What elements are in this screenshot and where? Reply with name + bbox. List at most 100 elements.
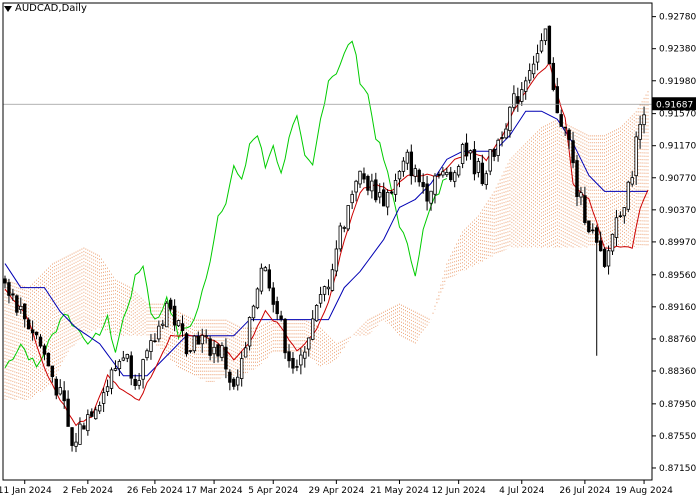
candle-body-bull [484,173,488,186]
y-tick-label: 0.87950 [659,400,696,410]
candle-body-bull [239,358,244,379]
candle-body-bull [105,386,110,392]
candle-body-bull [401,160,406,172]
candle [192,334,197,354]
chart-background [0,0,700,500]
candle-body-bull [165,302,169,328]
x-tick-label: 17 Mar 2024 [186,486,243,496]
candle-body-bull [445,172,449,176]
dropdown-triangle-icon[interactable] [4,5,12,12]
candle-body-bear [7,282,11,296]
candle [46,352,51,367]
candle-body-bear [90,411,94,417]
candle-body-bull [504,128,508,139]
candle-body-bull [405,151,410,164]
candle-body-bull [141,359,145,380]
x-tick-label: 5 Apr 2024 [248,486,298,496]
chart-symbol-header[interactable]: AUDCAD,Daily [4,3,87,14]
candle-body-bear [571,140,575,164]
candle-body-bear [602,248,607,267]
candle-body-bull [527,70,532,81]
candle-body-bull [330,269,335,291]
candle-body-bear [595,227,599,243]
candle-body-bear [184,333,189,355]
candle-body-bear [480,162,485,185]
candle-body-bull [622,207,627,217]
candle-body-bull [113,368,118,371]
candle-body-bull [456,166,461,176]
candle-body-bull [109,369,114,389]
candle-body-bull [606,250,611,267]
candle-body-bull [370,180,374,192]
candle-body-bull [310,318,315,340]
candle-body-bull [149,340,153,352]
candle-body-bull [468,150,473,154]
candle-body-bull [176,320,181,327]
chart-container: 0.92780 0.92380 0.91980 0.91570 0.91170 0.907… [0,0,700,500]
candle-body-bull [74,441,78,447]
candle-body-bear [267,269,271,289]
candle-body-bull [200,335,204,345]
candle [168,297,173,312]
candle-body-bull [385,191,390,208]
x-tick-label: 4 Jul 2024 [499,486,544,496]
candle-body-bull [512,93,516,108]
candle [184,331,189,357]
candle [346,205,350,232]
candle-body-bull [326,286,331,290]
candle-body-bull [563,126,567,129]
y-tick-label: 0.88360 [659,367,696,377]
candle-body-bear [196,335,200,345]
candle-body-bull [101,392,106,404]
candle-body-bull [322,286,327,295]
candle-body-bull [255,288,260,309]
candle-body-bear [287,351,291,362]
candle-body-bull [19,305,23,310]
y-tick-label: 0.87550 [659,432,696,442]
candle-body-bull [342,227,346,229]
candle-body-bear [575,160,579,197]
y-tick-label: 0.92780 [659,13,696,23]
candle-body-bull [642,114,646,126]
y-tick-label: 0.89970 [659,238,696,248]
candle [626,180,630,213]
candle [176,319,181,328]
y-tick-label: 0.91980 [659,77,696,87]
candle [314,304,319,322]
candle-body-bear [168,299,173,310]
candle-body-bear [228,371,232,383]
candle-body-bear [271,287,275,305]
candle-body-bull [157,325,161,340]
candle-body-bull [496,139,500,156]
candle-body-bull [433,175,437,195]
candle-body-bull [354,180,358,193]
candle-body-bull [318,294,323,304]
candle-body-bear [437,173,441,177]
candle-body-bull [634,136,638,177]
candle-body-bear [417,169,421,183]
y-tick-label: 0.91170 [659,142,696,152]
candle-body-bull [94,409,98,420]
candle-body-bull [614,217,619,238]
candle-body-bull [125,353,129,359]
candle-body-bear [283,318,287,354]
y-tick-label: 0.90770 [659,174,696,184]
price-axis: 0.92780 0.92380 0.91980 0.91570 0.91170 0.907… [652,13,696,474]
candle-body-bull [350,193,354,204]
candle-body-bear [295,366,299,368]
candle-body-bear [133,378,137,386]
current-price-tag-text: 0.91687 [656,100,693,110]
candle-body-bear [291,357,295,369]
candle-body-bull [346,205,350,230]
candle-body-bull [236,376,240,386]
candle-body-bear [129,355,133,379]
candle-body-bull [263,267,268,272]
candle-body-bull [488,149,492,172]
candle-body-bear [180,323,185,331]
candle-body-bear [559,114,563,127]
candle-body-bull [441,171,445,176]
candle-body-bull [161,323,165,326]
candle-body-bull [453,172,457,182]
candle-body-bull [543,28,548,42]
candle-body-bear [66,398,70,427]
